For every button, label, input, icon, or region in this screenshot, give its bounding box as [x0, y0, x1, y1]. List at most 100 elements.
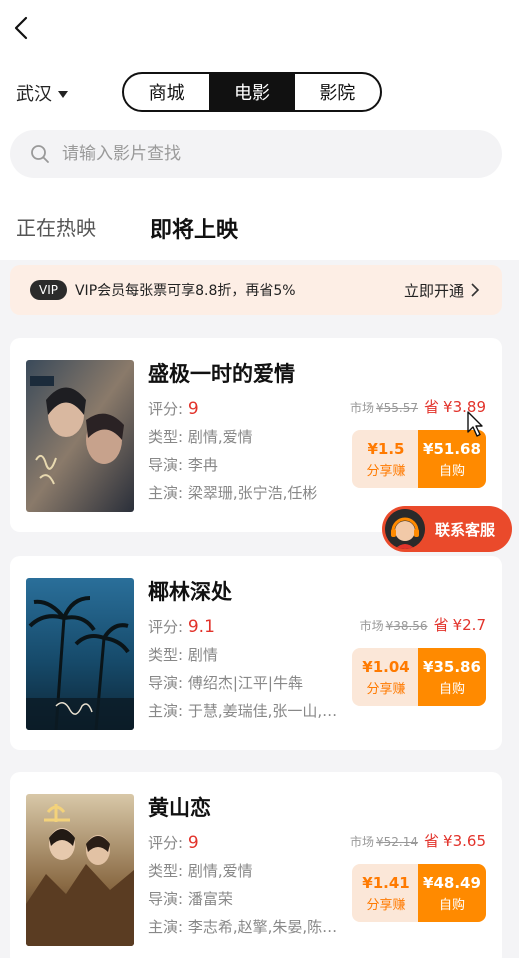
- vip-promo-text: VIP会员每张票可享8.8折，再省5%: [74, 283, 296, 299]
- price-info: 市场 ¥52.14 省 ¥3.65: [350, 830, 486, 851]
- cast-row: 主演: 李志希,赵擎,朱晏,陈…: [148, 916, 337, 937]
- score-row: 评分: 9.1: [148, 616, 215, 637]
- customer-service-label: 联系客服: [435, 520, 496, 539]
- score-row: 评分: 9: [148, 398, 199, 419]
- movie-poster-image[interactable]: [26, 794, 134, 946]
- movie-poster-image[interactable]: [26, 360, 134, 512]
- category-segmented-control: 商城 电影 影院: [122, 72, 382, 112]
- buy-amount: ¥35.86: [423, 657, 481, 676]
- score-label: 评分:: [148, 834, 184, 852]
- movie-card[interactable]: 盛极一时的爱情 评分: 9 类型: 剧情,爱情 导演: 李冉 主演: 梁翠珊,张…: [10, 338, 502, 532]
- back-arrow-icon[interactable]: [8, 14, 36, 42]
- segment-cinema[interactable]: 影院: [295, 74, 380, 110]
- genre-value: 剧情,爱情: [187, 428, 253, 446]
- movie-card[interactable]: 椰林深处 评分: 9.1 类型: 剧情 导演: 傅绍杰|江平|牛犇 主演: 于慧…: [10, 556, 502, 750]
- share-amount: ¥1.5: [367, 439, 405, 458]
- director-row: 导演: 潘富荣: [148, 888, 233, 909]
- city-label: 武汉: [16, 84, 52, 105]
- share-earn-button[interactable]: ¥1.5 分享赚: [352, 430, 420, 488]
- vip-open-label: 立即开通: [403, 281, 464, 300]
- vip-banner[interactable]: VIP VIP会员每张票可享8.8折，再省5% 立即开通: [10, 265, 502, 315]
- genre-value: 剧情: [187, 646, 218, 664]
- tab-now-showing[interactable]: 正在热映: [16, 212, 96, 241]
- share-label: 分享赚: [366, 897, 406, 913]
- genre-row: 类型: 剧情: [148, 644, 218, 665]
- cast-value: 梁翠珊,张宁浩,任彬: [187, 484, 318, 502]
- genre-value: 剧情,爱情: [187, 862, 253, 880]
- top-bar: [0, 0, 519, 60]
- share-amount: ¥1.04: [362, 657, 410, 676]
- movie-card[interactable]: 黄山恋 评分: 9 类型: 剧情,爱情 导演: 潘富荣 主演: 李志希,赵擎,朱…: [10, 772, 502, 958]
- segment-movie[interactable]: 电影: [209, 74, 295, 110]
- market-price: ¥55.57: [376, 401, 419, 415]
- score-value: 9: [187, 833, 199, 853]
- director-row: 导演: 李冉: [148, 454, 218, 475]
- cast-label: 主演:: [148, 918, 184, 936]
- city-selector[interactable]: 武汉: [16, 80, 68, 106]
- mouse-cursor-icon: [467, 411, 483, 437]
- genre-label: 类型:: [148, 646, 184, 664]
- buy-amount: ¥48.49: [423, 873, 481, 892]
- share-amount: ¥1.41: [362, 873, 410, 892]
- market-label: 市场: [359, 619, 384, 633]
- customer-service-button[interactable]: 联系客服: [382, 506, 512, 552]
- search-bar[interactable]: [10, 130, 502, 178]
- genre-label: 类型:: [148, 862, 184, 880]
- share-label: 分享赚: [366, 463, 406, 479]
- search-icon: [31, 145, 49, 163]
- market-price: ¥38.56: [385, 619, 428, 633]
- cast-row: 主演: 梁翠珊,张宁浩,任彬: [148, 482, 317, 503]
- buy-label: 自购: [438, 897, 465, 913]
- cast-label: 主演:: [148, 702, 184, 720]
- director-value: 潘富荣: [187, 890, 233, 908]
- buy-label: 自购: [438, 681, 465, 697]
- director-row: 导演: 傅绍杰|江平|牛犇: [148, 672, 303, 693]
- self-buy-button[interactable]: ¥51.68 自购: [418, 430, 486, 488]
- director-value: 傅绍杰|江平|牛犇: [187, 674, 303, 692]
- save-label: 省: [424, 398, 440, 416]
- save-label: 省: [424, 832, 440, 850]
- save-price: ¥2.7: [452, 616, 486, 634]
- segment-mall[interactable]: 商城: [124, 74, 209, 110]
- genre-label: 类型:: [148, 428, 184, 446]
- director-value: 李冉: [187, 456, 218, 474]
- self-buy-button[interactable]: ¥48.49 自购: [418, 864, 486, 922]
- headset-agent-icon: [385, 509, 425, 549]
- market-label: 市场: [350, 401, 375, 415]
- movie-poster-image[interactable]: [26, 578, 134, 730]
- genre-row: 类型: 剧情,爱情: [148, 426, 253, 447]
- tab-coming-soon[interactable]: 即将上映: [150, 212, 238, 244]
- market-price: ¥52.14: [376, 835, 419, 849]
- share-earn-button[interactable]: ¥1.41 分享赚: [352, 864, 420, 922]
- score-label: 评分:: [148, 400, 184, 418]
- chevron-right-icon: [471, 283, 480, 297]
- score-value: 9: [187, 399, 199, 419]
- director-label: 导演:: [148, 674, 184, 692]
- vip-badge: VIP: [30, 280, 67, 300]
- save-price: ¥3.65: [443, 832, 486, 850]
- score-row: 评分: 9: [148, 832, 199, 853]
- price-info: 市场 ¥38.56 省 ¥2.7: [360, 614, 486, 635]
- vip-open-button[interactable]: 立即开通: [404, 280, 480, 301]
- cast-label: 主演:: [148, 484, 184, 502]
- score-label: 评分:: [148, 618, 184, 636]
- director-label: 导演:: [148, 890, 184, 908]
- self-buy-button[interactable]: ¥35.86 自购: [418, 648, 486, 706]
- genre-row: 类型: 剧情,爱情: [148, 860, 253, 881]
- movie-title: 盛极一时的爱情: [148, 362, 295, 386]
- movie-title: 椰林深处: [148, 580, 232, 604]
- buy-amount: ¥51.68: [423, 439, 481, 458]
- share-earn-button[interactable]: ¥1.04 分享赚: [352, 648, 420, 706]
- cast-value: 李志希,赵擎,朱晏,陈…: [187, 918, 338, 936]
- share-label: 分享赚: [366, 681, 406, 697]
- buy-label: 自购: [438, 463, 465, 479]
- director-label: 导演:: [148, 456, 184, 474]
- cast-value: 于慧,姜瑞佳,张一山,…: [187, 702, 338, 720]
- search-input[interactable]: [62, 144, 462, 164]
- cast-row: 主演: 于慧,姜瑞佳,张一山,…: [148, 700, 337, 721]
- save-label: 省: [433, 616, 449, 634]
- caret-down-icon: [58, 90, 68, 98]
- market-label: 市场: [350, 835, 375, 849]
- movie-title: 黄山恋: [148, 796, 211, 820]
- score-value: 9.1: [187, 617, 215, 637]
